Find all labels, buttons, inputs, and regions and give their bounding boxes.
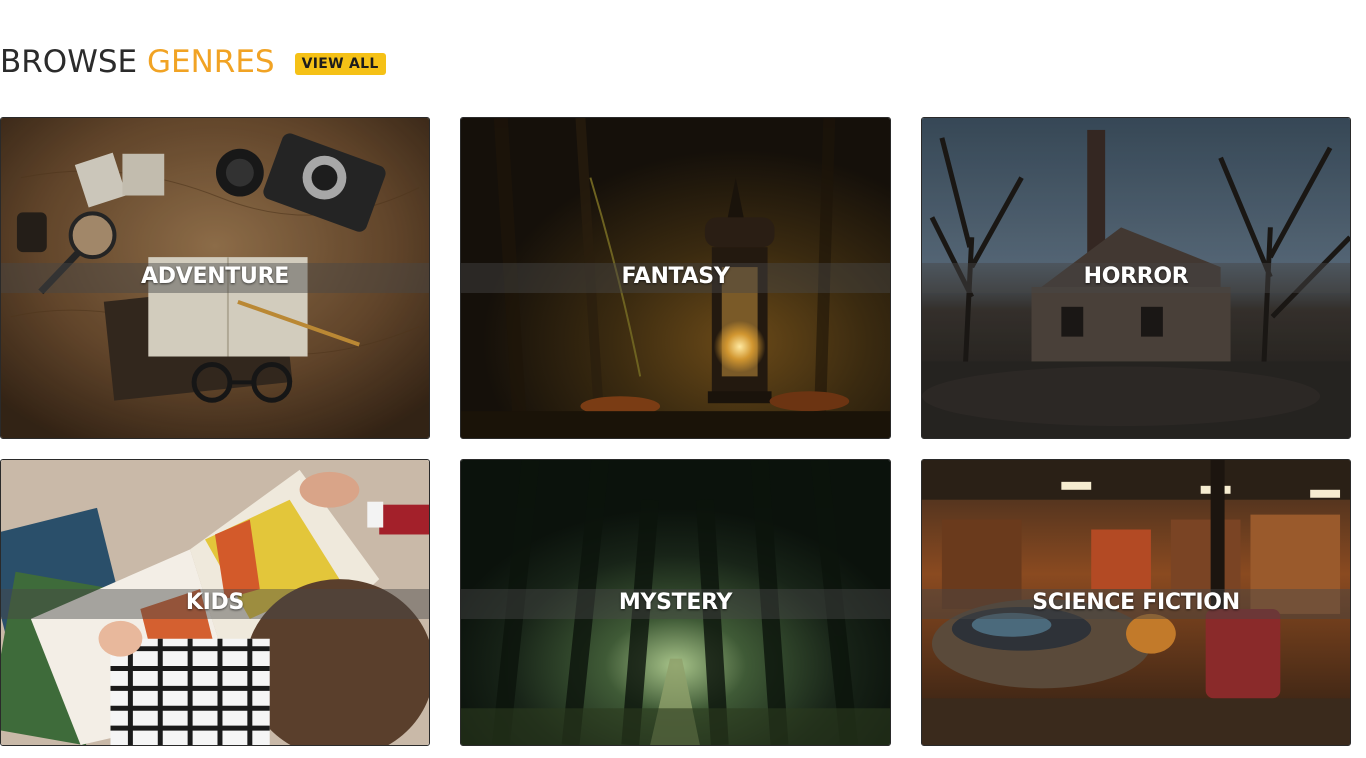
title-accent: GENRES (146, 44, 275, 80)
view-all-button[interactable]: VIEW ALL (294, 53, 386, 75)
genre-label: KIDS (185, 590, 245, 615)
section-header: BROWSE GENRES VIEW ALL (0, 40, 386, 84)
genre-label: MYSTERY (618, 590, 733, 615)
section-title: BROWSE GENRES (0, 44, 275, 80)
genre-label: SCIENCE FICTION (1032, 590, 1240, 615)
genre-label: FANTASY (621, 264, 730, 289)
genre-card-science-fiction[interactable]: SCIENCE FICTION (921, 459, 1351, 746)
genre-card-adventure[interactable]: ADVENTURE (0, 117, 430, 439)
genre-card-horror[interactable]: HORROR (921, 117, 1351, 439)
genre-card-kids[interactable]: KIDS (0, 459, 430, 746)
genre-card-mystery[interactable]: MYSTERY (460, 459, 891, 746)
title-main: BROWSE (0, 44, 138, 80)
genre-label: ADVENTURE (141, 264, 289, 289)
genre-card-fantasy[interactable]: FANTASY (460, 117, 891, 439)
genre-label: HORROR (1083, 264, 1189, 289)
